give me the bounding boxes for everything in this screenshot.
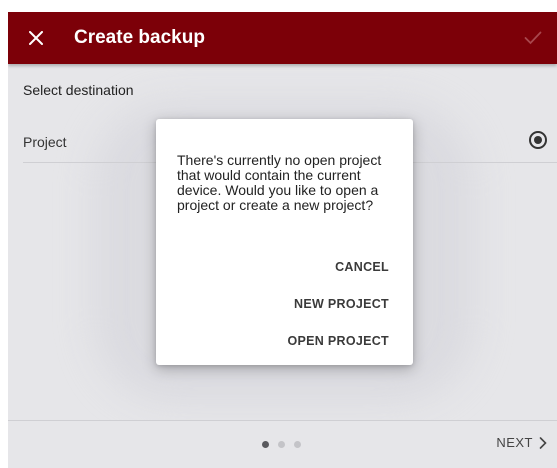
radio-button-selected[interactable]: [529, 131, 547, 149]
no-project-dialog: There's currently no open project that w…: [156, 119, 413, 365]
cancel-button[interactable]: CANCEL: [335, 260, 389, 274]
next-label: NEXT: [496, 435, 533, 450]
section-label: Select destination: [23, 82, 134, 98]
step-indicator: [262, 441, 301, 448]
option-label: Project: [23, 134, 67, 150]
chevron-right-icon: [539, 436, 547, 449]
footer-bar: NEXT: [8, 420, 557, 468]
page-title: Create backup: [74, 27, 205, 48]
step-dot: [294, 441, 301, 448]
step-dot: [278, 441, 285, 448]
confirm-button[interactable]: [519, 24, 547, 52]
create-backup-window: Create backup Select destination Project…: [8, 12, 557, 468]
close-button[interactable]: [22, 24, 50, 52]
new-project-button[interactable]: NEW PROJECT: [294, 297, 389, 311]
close-icon: [29, 31, 43, 45]
check-icon: [524, 31, 542, 45]
next-button[interactable]: NEXT: [496, 435, 547, 450]
dialog-message: There's currently no open project that w…: [177, 152, 382, 213]
open-project-button[interactable]: OPEN PROJECT: [287, 334, 389, 348]
app-bar: Create backup: [8, 12, 557, 64]
step-dot-active: [262, 441, 269, 448]
